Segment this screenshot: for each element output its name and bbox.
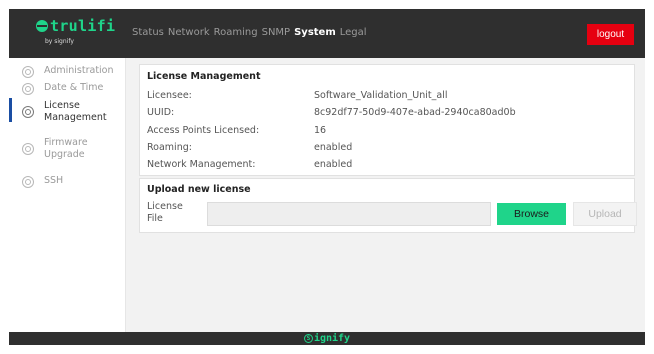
- gear-icon: [22, 66, 34, 78]
- browse-button[interactable]: Browse: [497, 203, 566, 225]
- access-points-label: Access Points Licensed:: [147, 125, 260, 136]
- logout-button[interactable]: logout: [587, 24, 634, 45]
- main-nav: Status Network Roaming SNMP System Legal: [132, 27, 367, 38]
- brand: trulifi by signify: [36, 17, 126, 51]
- access-points-value: 16: [314, 125, 327, 136]
- nav-snmp[interactable]: SNMP: [262, 27, 291, 38]
- active-indicator: [9, 98, 12, 122]
- licensee-label: Licensee:: [147, 90, 192, 101]
- trulifi-logo-icon: [36, 20, 48, 32]
- network-management-label: Network Management:: [147, 159, 256, 170]
- licensee-value: Software_Validation_Unit_all: [314, 90, 448, 101]
- license-file-label: License File: [147, 201, 183, 224]
- roaming-value: enabled: [314, 142, 353, 153]
- top-bar: trulifi by signify Status Network Roamin…: [9, 9, 645, 58]
- license-file-input[interactable]: [207, 202, 491, 226]
- license-icon: [22, 106, 34, 118]
- firmware-icon: [22, 143, 34, 155]
- main-content: License Management Licensee: Software_Va…: [126, 58, 645, 332]
- sidebar-item-label: Date & Time: [44, 82, 104, 93]
- sidebar: Administration Date & Time License Manag…: [9, 58, 126, 332]
- uuid-value: 8c92df77-50d9-407e-abad-2940ca80ad0b: [314, 107, 516, 118]
- clock-icon: [22, 83, 34, 95]
- sidebar-item-label: License Management: [44, 100, 107, 123]
- nav-network[interactable]: Network: [168, 27, 210, 38]
- license-card-title: License Management: [147, 71, 261, 82]
- nav-roaming[interactable]: Roaming: [214, 27, 258, 38]
- signify-logo-icon: S: [303, 334, 313, 343]
- sidebar-item-label: Firmware Upgrade: [44, 137, 88, 160]
- nav-system[interactable]: System: [294, 27, 336, 38]
- nav-status[interactable]: Status: [132, 27, 164, 38]
- brand-subtitle: by signify: [45, 38, 74, 45]
- sidebar-item-label: Administration: [44, 65, 114, 76]
- uuid-label: UUID:: [147, 107, 175, 118]
- license-card: License Management Licensee: Software_Va…: [139, 64, 635, 176]
- roaming-label: Roaming:: [147, 142, 192, 153]
- brand-name: trulifi: [50, 17, 116, 35]
- sidebar-item-label: SSH: [44, 175, 64, 186]
- nav-legal[interactable]: Legal: [340, 27, 367, 38]
- footer: S ignify: [9, 332, 645, 345]
- ssh-icon: [22, 176, 34, 188]
- upload-card-title: Upload new license: [147, 184, 251, 195]
- upload-button[interactable]: Upload: [573, 202, 637, 226]
- brand-logo: trulifi: [36, 17, 115, 35]
- app-window: trulifi by signify Status Network Roamin…: [9, 9, 645, 345]
- signify-logo: S ignify: [303, 333, 351, 344]
- upload-card: Upload new license License File Browse U…: [139, 178, 637, 233]
- footer-brand: ignify: [313, 333, 351, 344]
- network-management-value: enabled: [314, 159, 353, 170]
